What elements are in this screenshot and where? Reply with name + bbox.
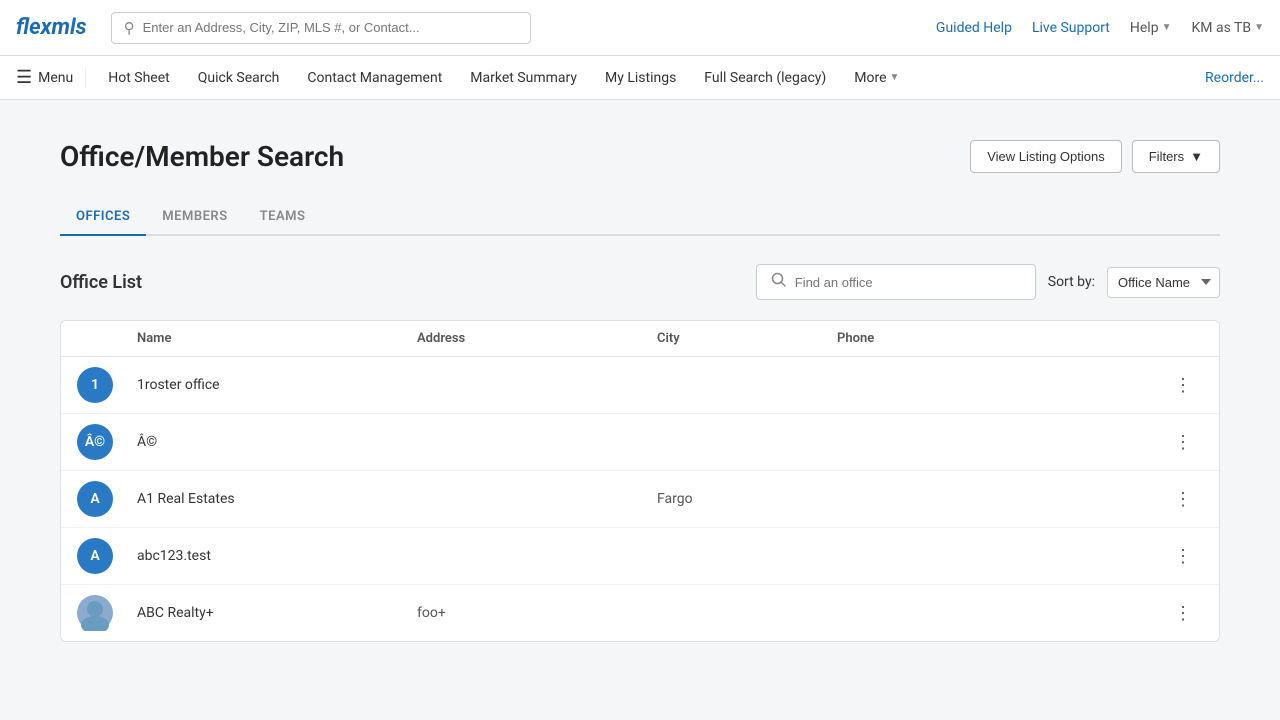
row-menu-button[interactable]: ⋮ bbox=[1163, 485, 1203, 514]
nav-full-search[interactable]: Full Search (legacy) bbox=[690, 56, 840, 100]
row-menu-button[interactable]: ⋮ bbox=[1163, 542, 1203, 571]
row-menu-button[interactable]: ⋮ bbox=[1163, 428, 1203, 457]
view-listing-options-button[interactable]: View Listing Options bbox=[970, 140, 1122, 173]
list-controls: Sort by: Office Name City Phone bbox=[756, 264, 1220, 300]
col-city: City bbox=[657, 331, 837, 346]
office-name: A1 Real Estates bbox=[137, 491, 417, 507]
hamburger-icon: ☰ bbox=[16, 67, 32, 88]
page-actions: View Listing Options Filters ▼ bbox=[970, 140, 1220, 173]
main-content: Office/Member Search View Listing Option… bbox=[0, 100, 1280, 682]
office-search-icon bbox=[771, 272, 787, 292]
tab-offices[interactable]: OFFICES bbox=[60, 201, 146, 236]
col-name: Name bbox=[137, 331, 417, 346]
nav-market-summary[interactable]: Market Summary bbox=[456, 56, 591, 100]
avatar: 1 bbox=[77, 367, 113, 403]
office-list-title: Office List bbox=[60, 272, 142, 293]
table-row: Â© Â© ⋮ bbox=[61, 414, 1219, 471]
nav-quick-search[interactable]: Quick Search bbox=[184, 56, 294, 100]
global-search[interactable]: ⚲ bbox=[111, 12, 531, 44]
office-name: ABC Realty+ bbox=[137, 605, 417, 621]
office-city: Fargo bbox=[657, 491, 837, 507]
avatar: A bbox=[77, 481, 113, 517]
office-address: foo+ bbox=[417, 605, 657, 621]
avatar: A bbox=[77, 538, 113, 574]
guided-help-link[interactable]: Guided Help bbox=[936, 20, 1012, 36]
nav-contact-management[interactable]: Contact Management bbox=[293, 56, 456, 100]
office-list-header: Office List Sort by: Office Name City Ph… bbox=[60, 264, 1220, 300]
logo: flexmls bbox=[16, 15, 87, 40]
nav-hot-sheet[interactable]: Hot Sheet bbox=[94, 56, 183, 100]
reorder-link[interactable]: Reorder... bbox=[1205, 70, 1264, 86]
filters-chevron-icon: ▼ bbox=[1190, 149, 1203, 164]
user-chevron-icon: ▼ bbox=[1254, 22, 1264, 33]
menu-button[interactable]: ☰ Menu bbox=[16, 67, 86, 88]
sort-label: Sort by: bbox=[1048, 274, 1095, 290]
office-search[interactable] bbox=[756, 264, 1036, 300]
office-name: 1roster office bbox=[137, 377, 417, 393]
global-search-input[interactable] bbox=[143, 20, 518, 35]
avatar bbox=[77, 595, 113, 631]
sort-select[interactable]: Office Name City Phone bbox=[1107, 267, 1220, 298]
nav-more-button[interactable]: More ▼ bbox=[840, 56, 913, 100]
top-bar: flexmls ⚲ Guided Help Live Support Help … bbox=[0, 0, 1280, 56]
user-button[interactable]: KM as TB ▼ bbox=[1191, 20, 1264, 36]
col-phone: Phone bbox=[837, 331, 1163, 346]
nav-my-listings[interactable]: My Listings bbox=[591, 56, 690, 100]
help-button[interactable]: Help ▼ bbox=[1130, 20, 1172, 36]
tab-members[interactable]: MEMBERS bbox=[146, 201, 243, 234]
row-menu-button[interactable]: ⋮ bbox=[1163, 371, 1203, 400]
top-bar-right: Guided Help Live Support Help ▼ KM as TB… bbox=[936, 20, 1264, 36]
table-row: A A1 Real Estates Fargo ⋮ bbox=[61, 471, 1219, 528]
office-table: Name Address City Phone 1 1roster office… bbox=[60, 320, 1220, 642]
office-name: abc123.test bbox=[137, 548, 417, 564]
row-menu-button[interactable]: ⋮ bbox=[1163, 599, 1203, 628]
nav-bar: ☰ Menu Hot Sheet Quick Search Contact Ma… bbox=[0, 56, 1280, 100]
col-address: Address bbox=[417, 331, 657, 346]
page-title: Office/Member Search bbox=[60, 140, 344, 173]
page-header: Office/Member Search View Listing Option… bbox=[60, 140, 1220, 173]
tab-teams[interactable]: TEAMS bbox=[244, 201, 322, 234]
office-name: Â© bbox=[137, 434, 417, 450]
help-chevron-icon: ▼ bbox=[1162, 22, 1172, 33]
live-support-link[interactable]: Live Support bbox=[1032, 20, 1110, 36]
filters-button[interactable]: Filters ▼ bbox=[1132, 140, 1220, 173]
more-chevron-icon: ▼ bbox=[890, 72, 900, 83]
table-header: Name Address City Phone bbox=[61, 321, 1219, 357]
office-search-input[interactable] bbox=[795, 275, 1021, 290]
tabs: OFFICES MEMBERS TEAMS bbox=[60, 201, 1220, 236]
table-row: A abc123.test ⋮ bbox=[61, 528, 1219, 585]
avatar: Â© bbox=[77, 424, 113, 460]
search-icon: ⚲ bbox=[124, 19, 135, 37]
avatar-photo-icon bbox=[77, 595, 113, 631]
table-row: 1 1roster office ⋮ bbox=[61, 357, 1219, 414]
table-row: ABC Realty+ foo+ ⋮ bbox=[61, 585, 1219, 641]
